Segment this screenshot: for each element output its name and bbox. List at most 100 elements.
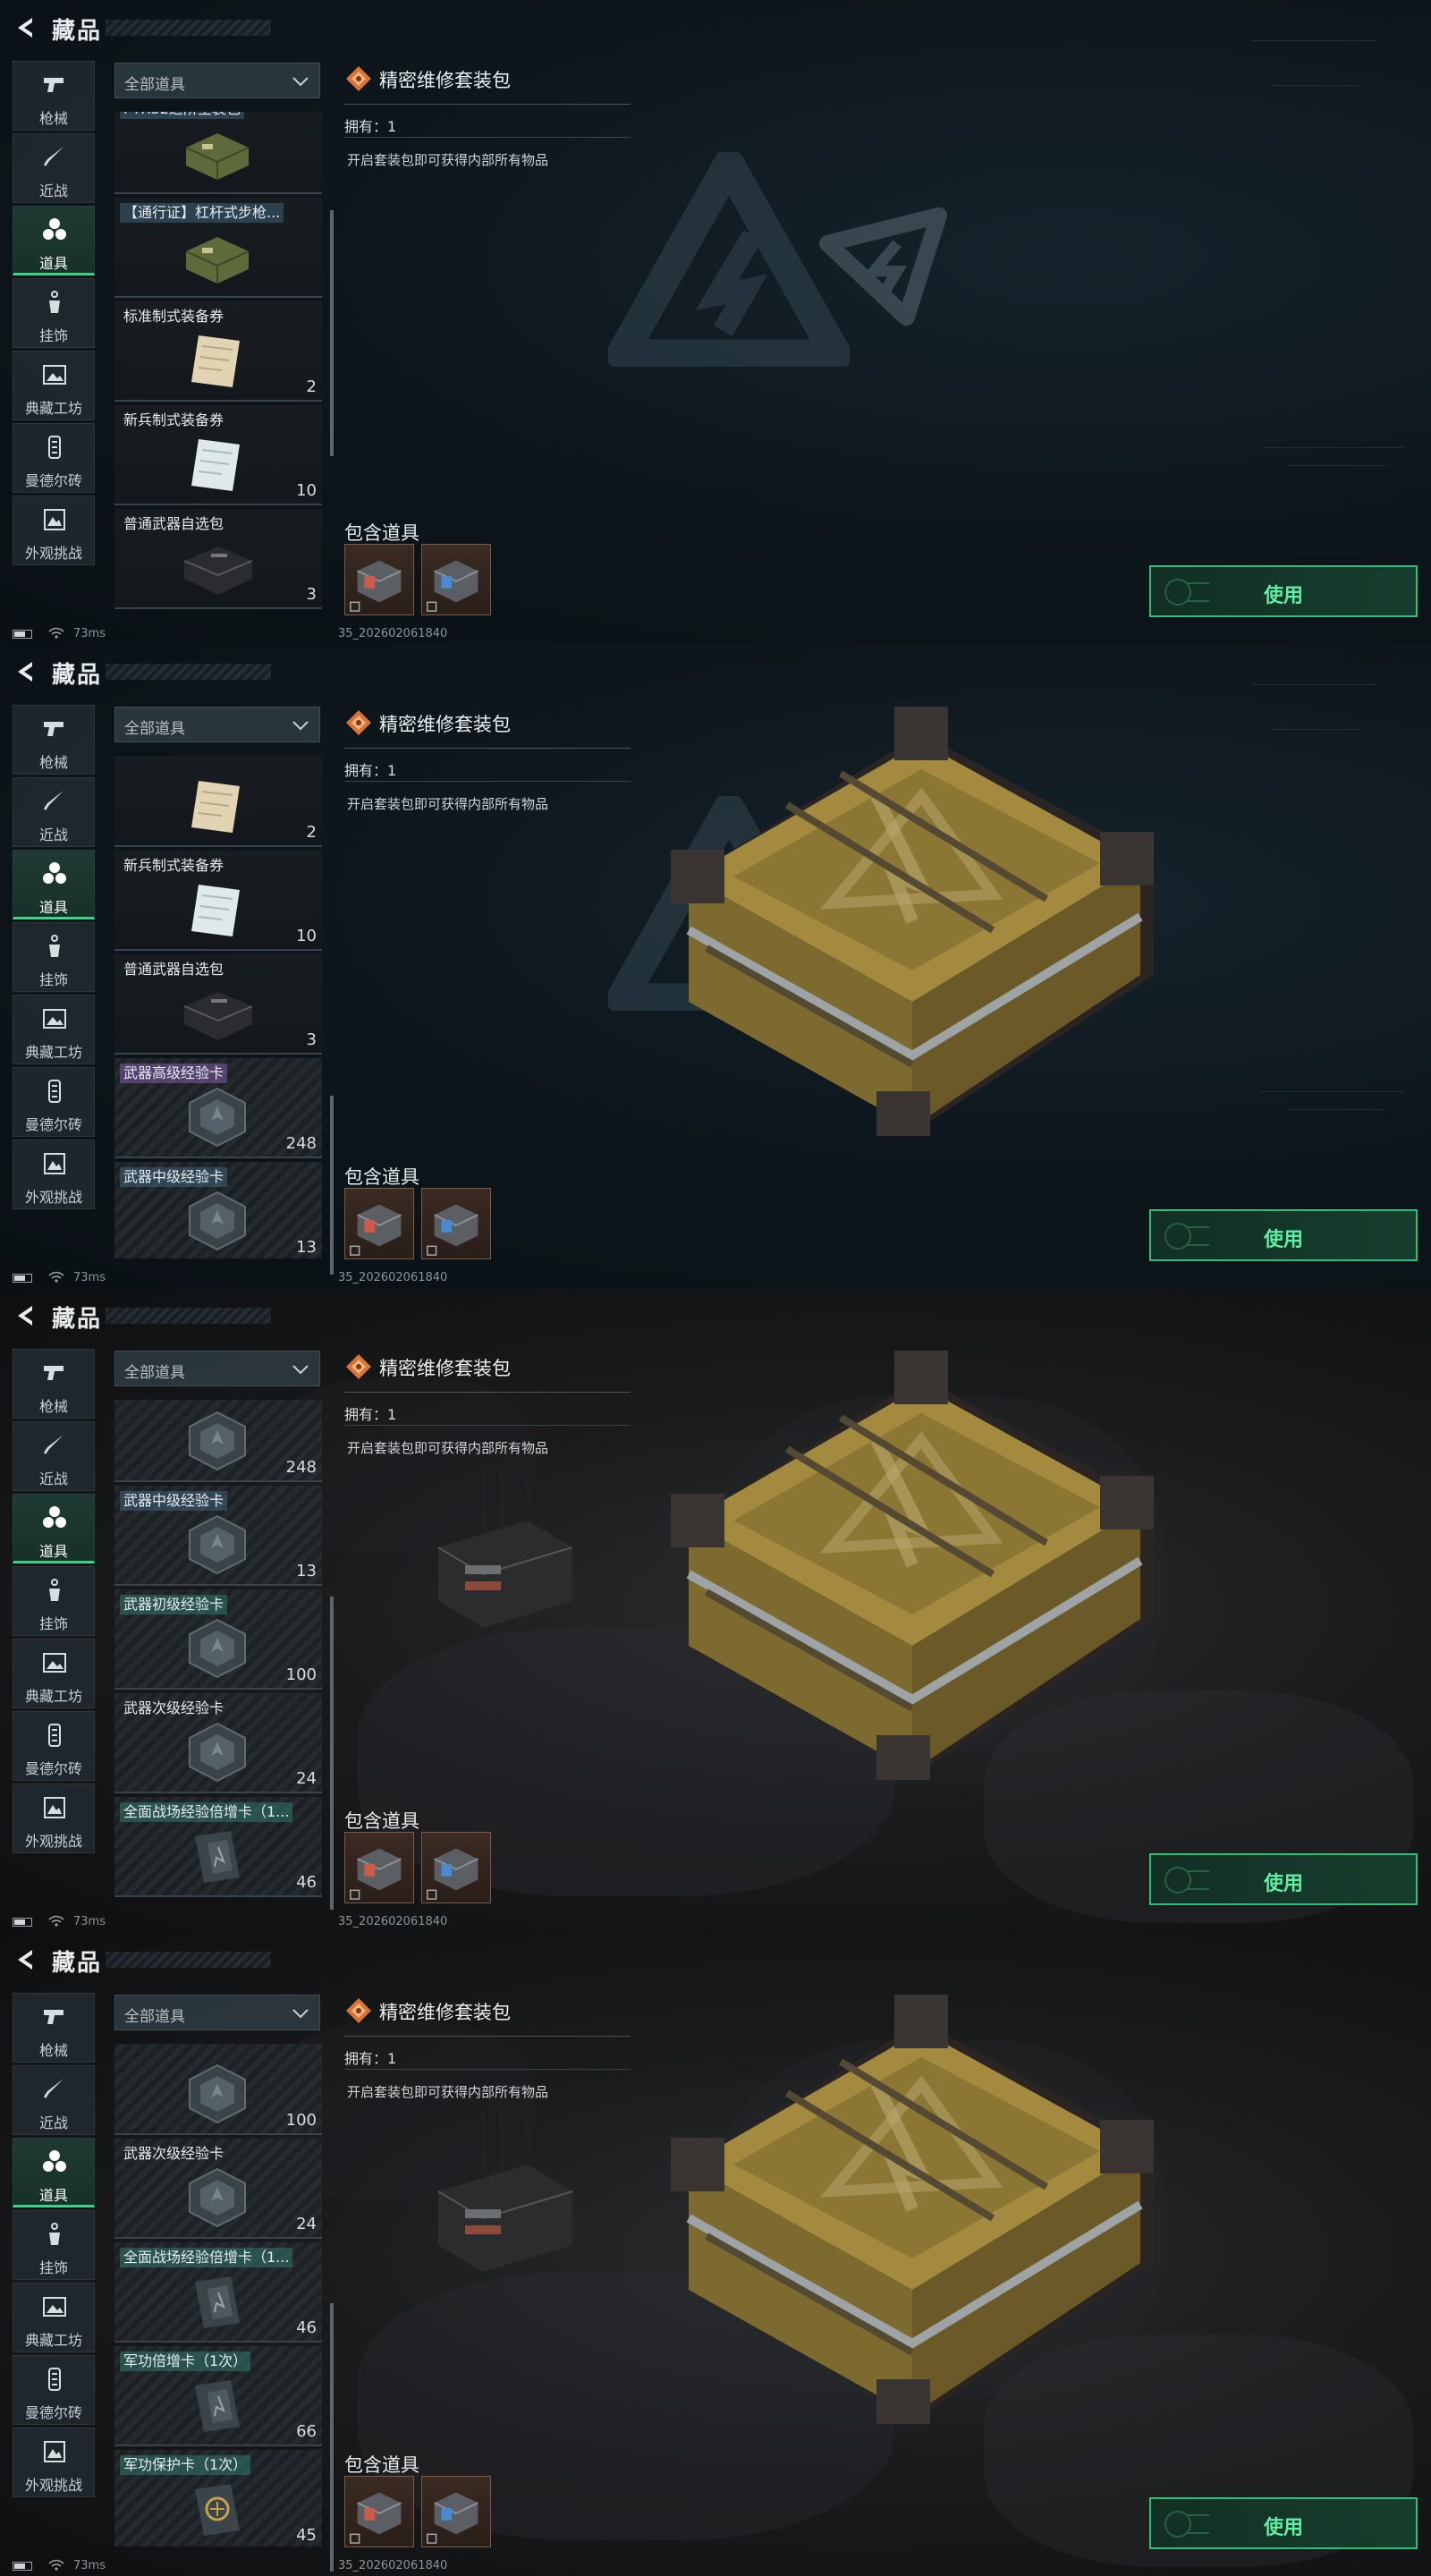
list-scrollbar[interactable] <box>330 1096 334 1275</box>
category-tab[interactable]: 外观挑战 <box>13 1784 95 1853</box>
category-tab[interactable]: 枪械 <box>13 1349 95 1419</box>
category-tab[interactable]: 道具 <box>13 206 95 275</box>
list-item[interactable]: 军功倍增卡（1次） 66 <box>114 2346 322 2446</box>
title-decoration <box>106 20 271 36</box>
use-button[interactable]: 使用 <box>1149 1853 1418 1905</box>
category-tab[interactable]: 曼德尔砖 <box>13 1067 95 1137</box>
chevron-down-icon <box>291 716 310 734</box>
back-arrow-icon[interactable] <box>13 1946 39 1973</box>
wifi-icon <box>48 2558 64 2572</box>
list-item[interactable]: 武器次级经验卡 24 <box>114 2139 322 2239</box>
item-list[interactable]: 100 武器次级经验卡 24 全面战场经验倍增卡（1... 46 军功倍增卡（1次） 66 军… <box>114 2044 322 2546</box>
category-tab[interactable]: 近战 <box>13 133 95 203</box>
category-tab[interactable]: 曼德尔砖 <box>13 423 95 493</box>
list-item[interactable]: 新兵制式装备券 10 <box>114 405 322 505</box>
list-item[interactable]: 全面战场经验倍增卡（1... 46 <box>114 2242 322 2343</box>
list-item[interactable]: 军功保护卡（1次） 45 <box>114 2450 322 2546</box>
category-tab[interactable]: 曼德尔砖 <box>13 1711 95 1781</box>
black-case-thumbnail <box>177 981 258 1046</box>
mandel-brick-icon <box>40 1077 69 1106</box>
use-button[interactable]: 使用 <box>1149 565 1418 617</box>
list-item[interactable]: 【通行证】杠杆式步枪... <box>114 198 322 298</box>
category-tab[interactable]: 典藏工坊 <box>13 1639 95 1708</box>
category-label: 枪械 <box>38 1398 68 1415</box>
category-tab[interactable]: 挂饰 <box>13 278 95 348</box>
title-decoration <box>106 1308 271 1324</box>
item-filter-dropdown[interactable]: 全部道具 <box>114 1995 320 2030</box>
repair-kit-red-slot[interactable] <box>344 1188 414 1259</box>
hud-line <box>1261 1091 1404 1092</box>
category-tab[interactable]: 道具 <box>13 850 95 919</box>
item-filter-dropdown[interactable]: 全部道具 <box>114 1351 320 1386</box>
list-scrollbar[interactable] <box>330 210 334 456</box>
category-tab[interactable]: 近战 <box>13 777 95 847</box>
list-item[interactable]: 普通武器自选包 3 <box>114 954 322 1055</box>
owned-count: 拥有：1 <box>344 762 397 779</box>
list-item[interactable]: 武器中级经验卡 13 <box>114 1162 322 1258</box>
page-title: 藏品 <box>52 662 103 689</box>
category-tab[interactable]: 枪械 <box>13 61 95 131</box>
category-tab[interactable]: 典藏工坊 <box>13 351 95 420</box>
repair-kit-red-slot[interactable] <box>344 1832 414 1903</box>
list-item[interactable]: 武器初级经验卡 100 <box>114 1589 322 1690</box>
repair-kit-blue-slot[interactable] <box>421 544 491 615</box>
list-item[interactable]: 100 <box>114 2044 322 2135</box>
list-item[interactable]: 武器高级经验卡 248 <box>114 1058 322 1158</box>
category-tab[interactable]: 枪械 <box>13 1993 95 2063</box>
item-filter-dropdown[interactable]: 全部道具 <box>114 63 320 98</box>
category-tab[interactable]: 外观挑战 <box>13 1140 95 1209</box>
list-item[interactable]: 新兵制式装备券 10 <box>114 851 322 951</box>
item-name: 武器初级经验卡 <box>120 1595 228 1614</box>
category-tab[interactable]: 典藏工坊 <box>13 2283 95 2352</box>
list-scrollbar[interactable] <box>330 1597 334 1910</box>
back-arrow-icon[interactable] <box>13 658 39 685</box>
category-tab[interactable]: 道具 <box>13 1494 95 1563</box>
item-list[interactable]: PTR32进阶全装包【通行证】杠杆式步枪... 标准制式装备券 2 新兵制式装备券 10… <box>114 112 322 614</box>
use-button[interactable]: 使用 <box>1149 2497 1418 2549</box>
item-list[interactable]: 2新兵制式装备券10普通武器自选包3武器高级经验卡248武器中级经验卡13武器初… <box>114 756 322 1258</box>
supply-pack-icon <box>344 64 373 93</box>
item-count: 13 <box>296 1238 317 1257</box>
back-arrow-icon[interactable] <box>13 1302 39 1329</box>
list-item[interactable]: 248 <box>114 1400 322 1482</box>
category-tab[interactable]: 曼德尔砖 <box>13 2355 95 2425</box>
hud-line <box>1288 465 1386 466</box>
list-item[interactable]: 全面战场经验倍增卡（1... 46 <box>114 1797 322 1897</box>
repair-kit-red-slot[interactable] <box>344 544 414 615</box>
category-tab[interactable]: 道具 <box>13 2138 95 2207</box>
top-bar: 藏品 <box>0 644 1431 703</box>
repair-kit-blue-slot[interactable] <box>421 1188 491 1259</box>
repair-kit-red-slot[interactable] <box>344 2476 414 2547</box>
item-list[interactable]: 248 武器中级经验卡 13 武器初级经验卡 100 武器次级经验卡 24 全面战场经验倍增卡… <box>114 1400 322 1902</box>
item-filter-dropdown[interactable]: 全部道具 <box>114 707 320 742</box>
category-tab[interactable]: 挂饰 <box>13 2210 95 2280</box>
use-button[interactable]: 使用 <box>1149 1209 1418 1261</box>
category-tab[interactable]: 挂饰 <box>13 1566 95 1636</box>
list-item[interactable]: PTR32进阶全装包 <box>114 112 322 194</box>
status-bar: 73ms 35_202602061840 <box>0 1912 1431 1932</box>
category-tab[interactable]: 外观挑战 <box>13 2428 95 2497</box>
hex-card-thumbnail <box>177 1616 258 1681</box>
pistol-icon <box>40 2003 69 2031</box>
list-scrollbar[interactable] <box>330 2303 334 2572</box>
knife-icon <box>40 787 69 816</box>
category-tab[interactable]: 挂饰 <box>13 922 95 992</box>
category-label: 挂饰 <box>38 327 68 344</box>
list-item[interactable]: 普通武器自选包 3 <box>114 509 322 609</box>
category-tab[interactable]: 枪械 <box>13 705 95 775</box>
category-label: 近战 <box>38 182 68 199</box>
list-item[interactable]: 2 <box>114 756 322 847</box>
category-tab[interactable]: 近战 <box>13 1421 95 1491</box>
contents-heading: 包含道具 <box>344 1810 419 1832</box>
list-item[interactable]: 标准制式装备券 2 <box>114 301 322 402</box>
back-arrow-icon[interactable] <box>13 14 39 41</box>
repair-kit-blue-slot[interactable] <box>421 1832 491 1903</box>
category-tab[interactable]: 外观挑战 <box>13 496 95 565</box>
category-tab[interactable]: 近战 <box>13 2065 95 2135</box>
category-tab[interactable]: 典藏工坊 <box>13 995 95 1064</box>
repair-kit-blue-slot[interactable] <box>421 2476 491 2547</box>
item-list-content: PTR32进阶全装包【通行证】杠杆式步枪... 标准制式装备券 2 新兵制式装备券 10… <box>114 112 322 613</box>
radio-prop <box>429 2110 581 2281</box>
list-item[interactable]: 武器中级经验卡 13 <box>114 1486 322 1586</box>
list-item[interactable]: 武器次级经验卡 24 <box>114 1693 322 1793</box>
